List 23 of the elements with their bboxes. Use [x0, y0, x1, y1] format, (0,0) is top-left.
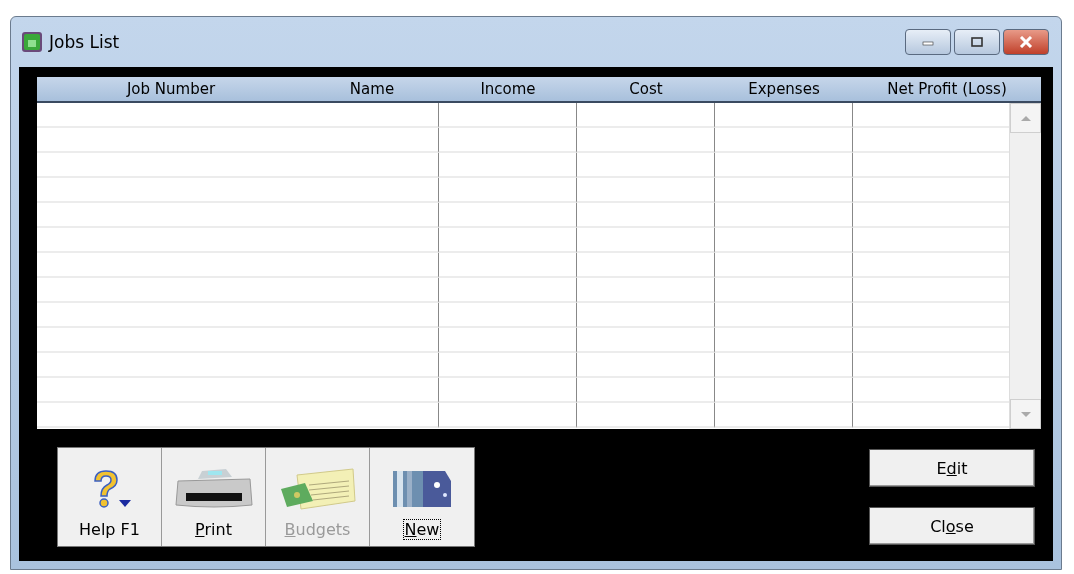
column-header[interactable]: Expenses: [715, 77, 853, 101]
print-button[interactable]: Print: [162, 448, 266, 546]
column-header[interactable]: Income: [439, 77, 577, 101]
column-header[interactable]: Name: [305, 77, 439, 101]
down-arrow-icon: [1019, 410, 1032, 418]
column-header[interactable]: Net Profit (Loss): [853, 77, 1041, 101]
window-title: Jobs List: [49, 32, 120, 52]
budget-document-icon: [278, 467, 357, 511]
printer-icon: [173, 467, 254, 511]
help-button[interactable]: Help F1: [58, 448, 162, 546]
close-icon: [1019, 36, 1033, 48]
minimize-button[interactable]: [905, 29, 951, 55]
app-icon: [21, 31, 43, 53]
minimize-icon: [922, 38, 934, 46]
close-dialog-button[interactable]: Close: [869, 507, 1035, 545]
close-button[interactable]: [1003, 29, 1049, 55]
maximize-icon: [971, 37, 983, 47]
up-arrow-icon: [1019, 114, 1032, 122]
column-header[interactable]: Cost: [577, 77, 715, 101]
column-header[interactable]: Job Number: [37, 77, 305, 101]
edit-button[interactable]: Edit: [869, 449, 1035, 487]
new-button[interactable]: New: [370, 448, 474, 546]
maximize-button[interactable]: [954, 29, 1000, 55]
